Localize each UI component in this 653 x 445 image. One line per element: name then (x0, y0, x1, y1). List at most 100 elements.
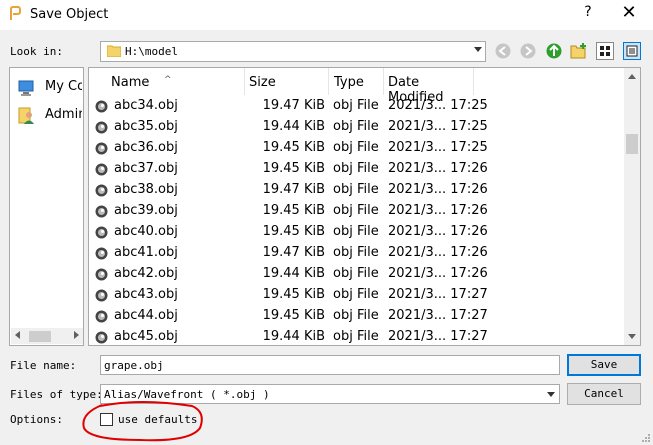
file-date-modified: 2021/3... 17:25 (388, 98, 488, 113)
file-name: abc37.obj (114, 161, 178, 176)
file-size: 19.44 KiB (262, 266, 325, 281)
chevron-down-icon (547, 392, 555, 397)
table-row[interactable]: abc39.obj 19.45 KiB obj File 2021/3... 17:2… (89, 201, 625, 222)
resize-grip-icon[interactable] (641, 433, 651, 443)
obj-file-icon (95, 289, 108, 302)
obj-file-icon (95, 310, 108, 323)
forward-icon[interactable] (519, 42, 537, 60)
obj-file-icon (95, 163, 108, 176)
obj-file-icon (95, 142, 108, 155)
chevron-down-icon (474, 47, 482, 52)
annotation-circle (82, 401, 203, 442)
table-row[interactable]: abc38.obj 19.47 KiB obj File 2021/3... 17:2… (89, 180, 625, 201)
file-type: obj File (333, 266, 379, 281)
table-row[interactable]: abc43.obj 19.45 KiB obj File 2021/3... 17:2… (89, 285, 625, 306)
back-icon[interactable] (494, 42, 512, 60)
obj-file-icon (95, 268, 108, 281)
column-header-type[interactable]: Type (329, 68, 384, 95)
file-name: abc44.obj (114, 308, 178, 323)
file-date-modified: 2021/3... 17:26 (388, 161, 488, 176)
horizontal-scrollbar[interactable] (11, 328, 83, 344)
file-size: 19.47 KiB (262, 98, 325, 113)
file-name: abc36.obj (114, 140, 178, 155)
file-date-modified: 2021/3... 17:27 (388, 308, 488, 323)
table-row[interactable]: abc40.obj 19.45 KiB obj File 2021/3... 17:2… (89, 222, 625, 243)
file-type: obj File (333, 140, 379, 155)
file-type: obj File (333, 245, 379, 260)
vertical-scrollbar[interactable] (624, 68, 640, 345)
close-button[interactable]: ✕ (618, 2, 640, 23)
file-name: abc38.obj (114, 182, 178, 197)
file-name-label: File name: (10, 359, 77, 372)
file-size: 19.47 KiB (262, 245, 325, 260)
file-name-input[interactable]: grape.obj (100, 355, 560, 375)
file-name: abc43.obj (114, 287, 178, 302)
scroll-up-icon[interactable] (628, 74, 636, 79)
user-icon (18, 107, 34, 124)
look-in-combo[interactable]: H:\model (100, 41, 486, 62)
detail-view-icon[interactable] (623, 42, 641, 60)
sidebar-item-administrator[interactable]: Administrator (10, 104, 82, 126)
table-row[interactable]: abc34.obj 19.47 KiB obj File 2021/3... 17:2… (89, 96, 625, 117)
scroll-thumb[interactable] (626, 134, 638, 154)
folder-icon (107, 45, 121, 57)
new-folder-icon[interactable] (570, 42, 588, 60)
file-size: 19.45 KiB (262, 203, 325, 218)
file-size: 19.44 KiB (262, 329, 325, 344)
file-name: abc41.obj (114, 245, 178, 260)
obj-file-icon (95, 247, 108, 260)
file-type: obj File (333, 224, 379, 239)
table-row[interactable]: abc44.obj 19.45 KiB obj File 2021/3... 17:2… (89, 306, 625, 327)
scroll-down-icon[interactable] (628, 334, 636, 339)
table-row[interactable]: abc36.obj 19.45 KiB obj File 2021/3... 17:2… (89, 138, 625, 159)
table-row[interactable]: abc35.obj 19.44 KiB obj File 2021/3... 17:2… (89, 117, 625, 138)
save-button[interactable]: Save (567, 354, 641, 376)
file-date-modified: 2021/3... 17:26 (388, 266, 488, 281)
scroll-left-icon[interactable] (15, 331, 20, 339)
options-label: Options: (10, 413, 63, 426)
file-type: obj File (333, 308, 379, 323)
help-button[interactable]: ? (580, 4, 596, 20)
file-type: obj File (333, 98, 379, 113)
file-name: abc35.obj (114, 119, 178, 134)
look-in-path: H:\model (125, 45, 178, 58)
file-type: obj File (333, 329, 379, 344)
file-type: obj File (333, 287, 379, 302)
file-size: 19.45 KiB (262, 308, 325, 323)
obj-file-icon (95, 184, 108, 197)
file-date-modified: 2021/3... 17:27 (388, 329, 488, 344)
file-list: Name ^ Size Type Date Modified abc34.obj… (88, 67, 641, 346)
column-header-name[interactable]: Name ^ (89, 68, 245, 95)
column-header-size[interactable]: Size (245, 68, 329, 95)
file-name: abc34.obj (114, 98, 178, 113)
parent-folder-icon[interactable] (545, 42, 563, 60)
obj-file-icon (95, 100, 108, 113)
file-size: 19.45 KiB (262, 161, 325, 176)
list-view-icon[interactable] (596, 42, 614, 60)
file-type: obj File (333, 161, 379, 176)
file-size: 19.45 KiB (262, 224, 325, 239)
file-size: 19.45 KiB (262, 140, 325, 155)
table-row[interactable]: abc45.obj 19.44 KiB obj File 2021/3... 17:2… (89, 327, 625, 345)
column-header-date-modified[interactable]: Date Modified (384, 68, 474, 105)
table-row[interactable]: abc42.obj 19.44 KiB obj File 2021/3... 17:2… (89, 264, 625, 285)
sidebar-item-label: My Computer (45, 79, 82, 94)
file-date-modified: 2021/3... 17:26 (388, 224, 488, 239)
cancel-button[interactable]: Cancel (567, 383, 641, 405)
places-sidebar: My Computer Administrator (9, 67, 84, 346)
scroll-right-icon[interactable] (74, 331, 79, 339)
obj-file-icon (95, 205, 108, 218)
file-type: obj File (333, 182, 379, 197)
obj-file-icon (95, 226, 108, 239)
file-size: 19.44 KiB (262, 119, 325, 134)
title-bar: Save Object ? ✕ (0, 0, 653, 30)
scroll-thumb[interactable] (29, 331, 51, 342)
file-date-modified: 2021/3... 17:26 (388, 182, 488, 197)
file-type: obj File (333, 203, 379, 218)
file-date-modified: 2021/3... 17:25 (388, 119, 488, 134)
table-row[interactable]: abc41.obj 19.47 KiB obj File 2021/3... 17:2… (89, 243, 625, 264)
table-row[interactable]: abc37.obj 19.45 KiB obj File 2021/3... 17:2… (89, 159, 625, 180)
sidebar-item-my-computer[interactable]: My Computer (10, 76, 82, 98)
file-date-modified: 2021/3... 17:25 (388, 140, 488, 155)
file-size: 19.45 KiB (262, 287, 325, 302)
